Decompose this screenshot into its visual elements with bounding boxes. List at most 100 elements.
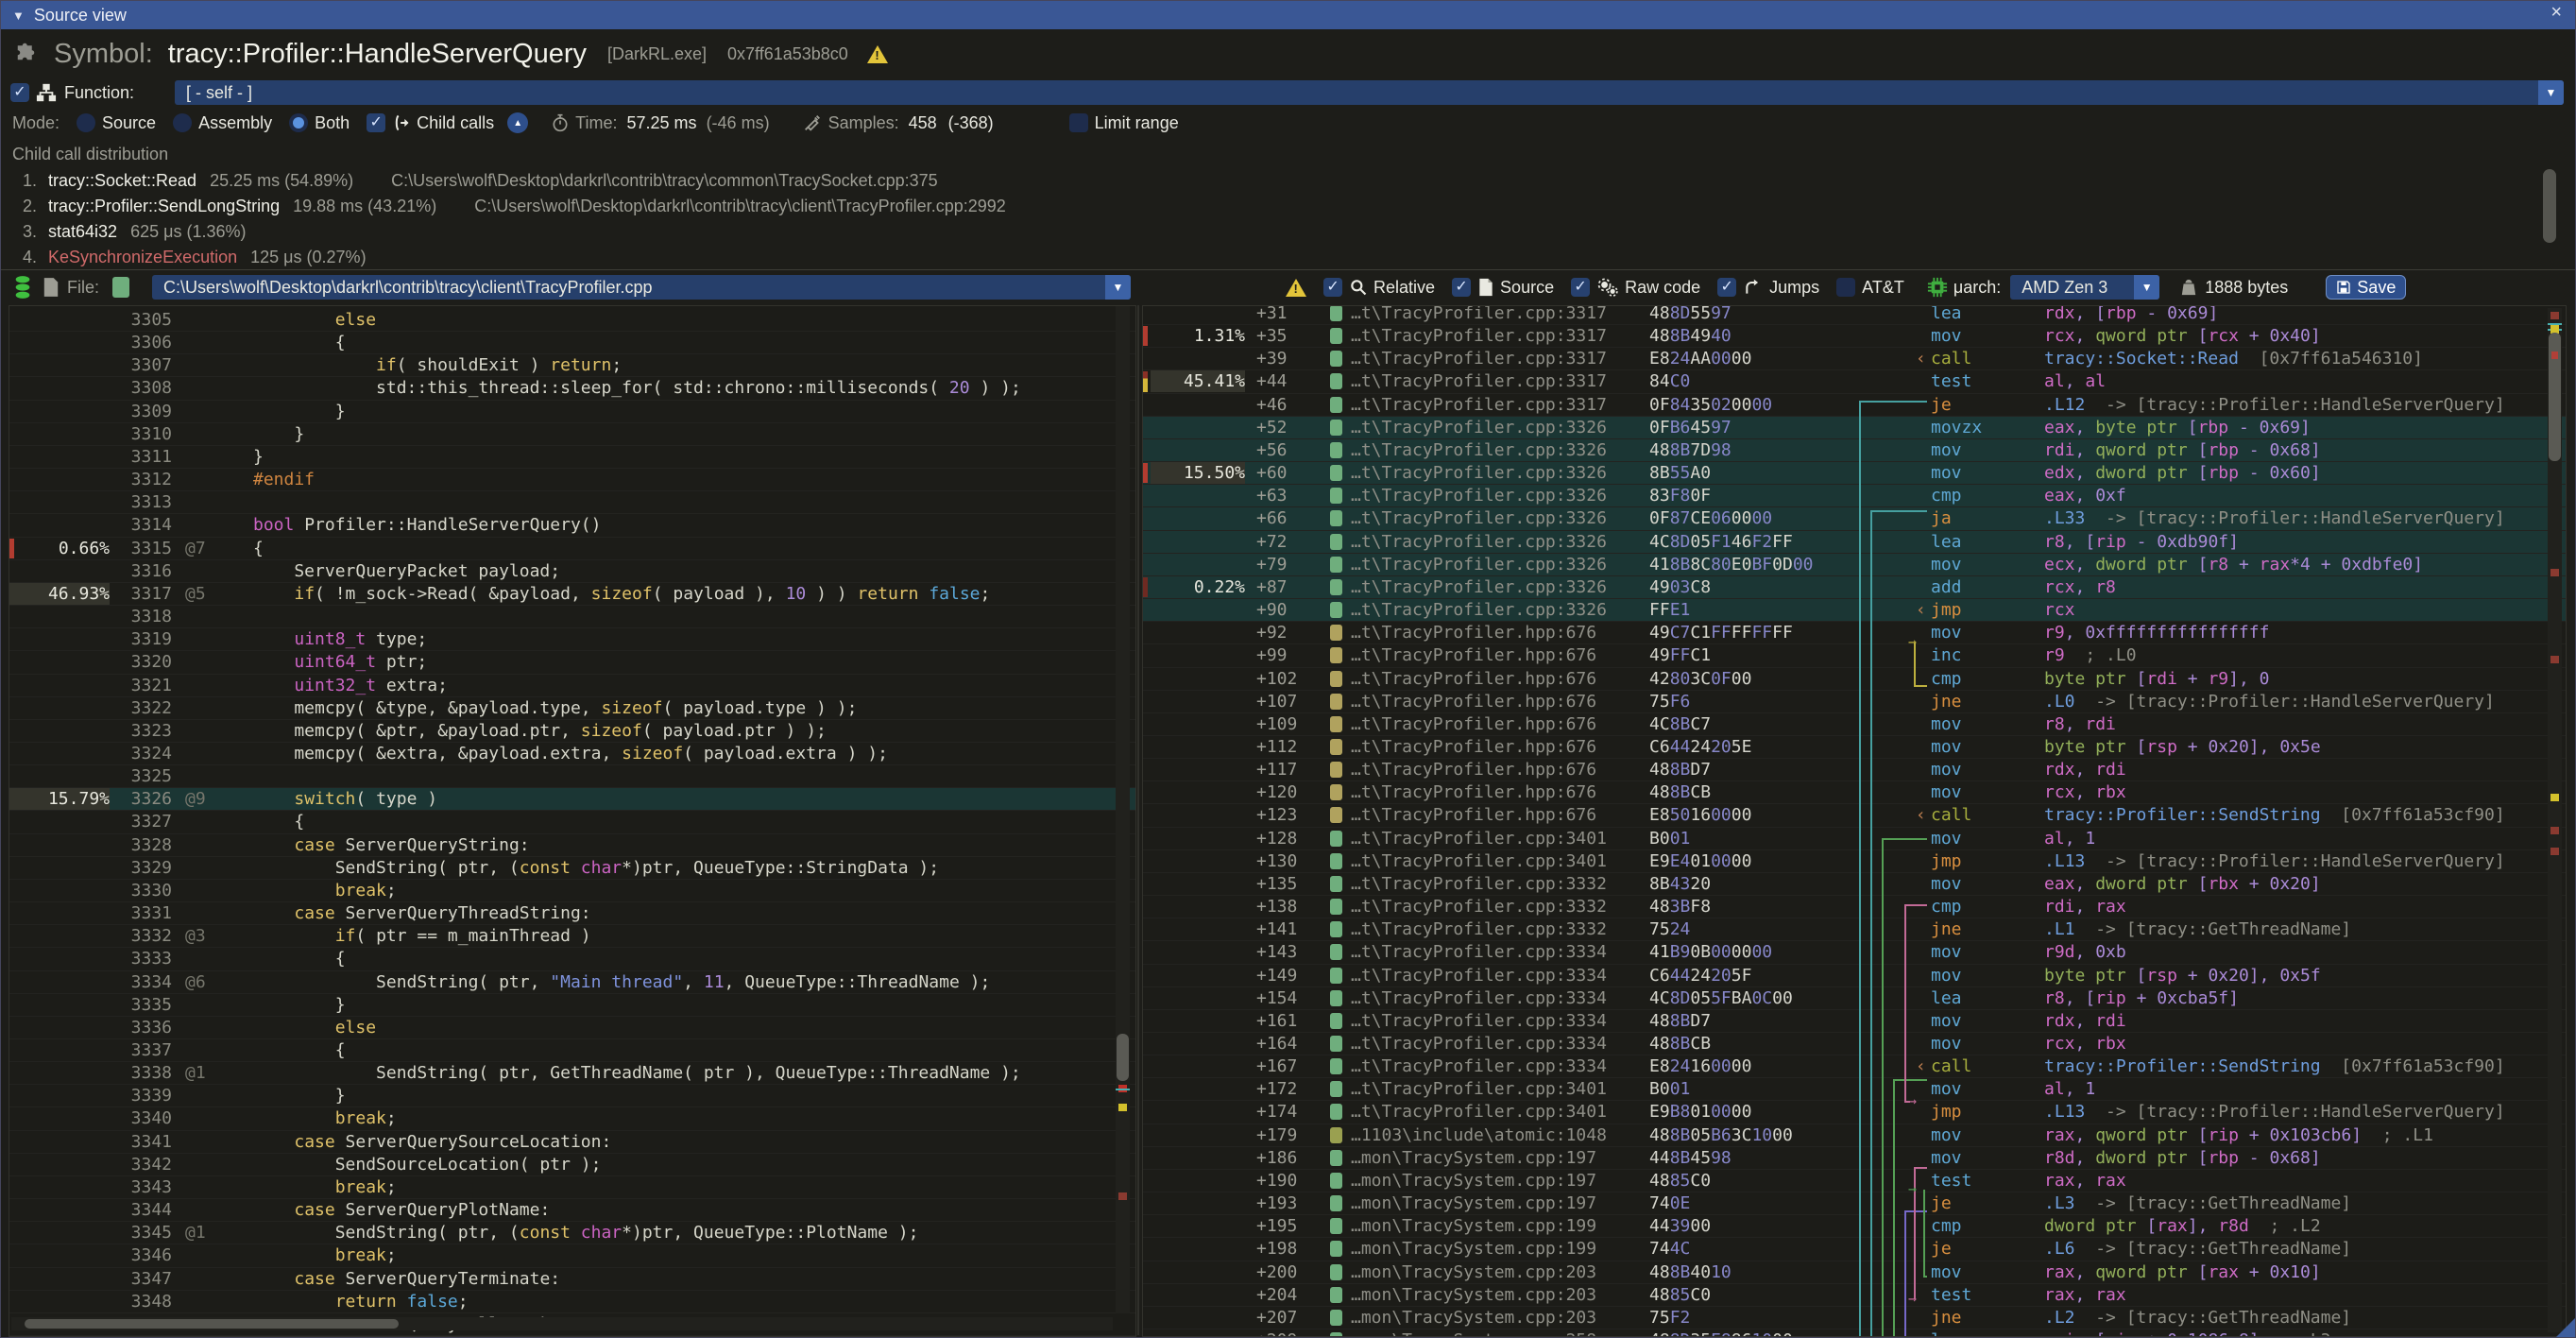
asm-row[interactable]: +195…mon\TracySystem.cpp:199443900cmpdwo… bbox=[1143, 1215, 2566, 1238]
asm-row[interactable]: +130…t\TracyProfiler.cpp:3401E9E4010000j… bbox=[1143, 850, 2566, 873]
asm-row[interactable]: +120…t\TracyProfiler.hpp:676488BCBmovrcx… bbox=[1143, 781, 2566, 804]
relative-checkbox[interactable]: ✓ bbox=[1323, 278, 1342, 297]
radio-source[interactable] bbox=[77, 113, 95, 132]
asm-row[interactable]: +135…t\TracyProfiler.cpp:33328B4320movea… bbox=[1143, 873, 2566, 896]
asm-location[interactable]: …t\TracyProfiler.cpp:3317 bbox=[1351, 305, 1607, 324]
asm-location[interactable]: …t\TracyProfiler.cpp:3334 bbox=[1351, 1055, 1607, 1077]
asm-row[interactable]: +128…t\TracyProfiler.cpp:3401B001moval, … bbox=[1143, 828, 2566, 850]
asm-row[interactable]: 0.22%+87…t\TracyProfiler.cpp:33264903C8a… bbox=[1143, 576, 2566, 599]
assembly-vscrollbar[interactable] bbox=[2548, 308, 2562, 1332]
asm-row[interactable]: +56…t\TracyProfiler.cpp:3326488B7D98movr… bbox=[1143, 439, 2566, 462]
asm-location[interactable]: …t\TracyProfiler.hpp:676 bbox=[1351, 668, 1596, 690]
asm-location[interactable]: …mon\TracySystem.cpp:199 bbox=[1351, 1215, 1596, 1237]
function-checkbox[interactable]: ✓ bbox=[10, 83, 29, 102]
asm-row[interactable]: +149…t\TracyProfiler.cpp:3334C64424205Fm… bbox=[1143, 965, 2566, 987]
asm-location[interactable]: …t\TracyProfiler.cpp:3332 bbox=[1351, 896, 1607, 918]
asm-location[interactable]: …t\TracyProfiler.cpp:3401 bbox=[1351, 1101, 1607, 1123]
asm-location[interactable]: …t\TracyProfiler.cpp:3332 bbox=[1351, 918, 1607, 940]
source-line[interactable]: 3339 } bbox=[9, 1085, 1135, 1107]
asm-location[interactable]: …mon\TracySystem.cpp:197 bbox=[1351, 1192, 1596, 1214]
asm-location[interactable]: …t\TracyProfiler.cpp:3326 bbox=[1351, 554, 1607, 575]
source-line[interactable]: 3325 bbox=[9, 765, 1135, 788]
source-line[interactable]: 3344 case ServerQueryPlotName: bbox=[9, 1199, 1135, 1222]
chevron-down-icon[interactable]: ▼ bbox=[2538, 80, 2564, 105]
source-line[interactable]: 3330 break; bbox=[9, 880, 1135, 902]
source-line[interactable]: 3336 else bbox=[9, 1017, 1135, 1039]
source-line[interactable]: 3310 } bbox=[9, 423, 1135, 446]
asm-row[interactable]: +66…t\TracyProfiler.cpp:33260F87CE060000… bbox=[1143, 507, 2566, 530]
asm-location[interactable]: …t\TracyProfiler.cpp:3401 bbox=[1351, 1078, 1607, 1100]
asm-row[interactable]: +79…t\TracyProfiler.cpp:3326418B8C80E0BF… bbox=[1143, 554, 2566, 576]
source-line[interactable]: 3311} bbox=[9, 446, 1135, 469]
asm-row[interactable]: +52…t\TracyProfiler.cpp:33260FB64597movz… bbox=[1143, 417, 2566, 439]
asm-row[interactable]: +172…t\TracyProfiler.cpp:3401B001moval, … bbox=[1143, 1078, 2566, 1101]
asm-location[interactable]: …t\TracyProfiler.cpp:3326 bbox=[1351, 462, 1607, 484]
asm-location[interactable]: …t\TracyProfiler.cpp:3326 bbox=[1351, 439, 1607, 461]
raw-code-checkbox[interactable]: ✓ bbox=[1571, 278, 1590, 297]
source-line[interactable]: 46.93%3317@5 if( !m_sock->Read( &payload… bbox=[9, 583, 1135, 606]
source-line[interactable]: 3312#endif bbox=[9, 469, 1135, 491]
asm-location[interactable]: …t\TracyProfiler.cpp:3317 bbox=[1351, 370, 1607, 392]
source-line[interactable]: 3347 case ServerQueryTerminate: bbox=[9, 1268, 1135, 1291]
pane-divider[interactable] bbox=[1137, 305, 1139, 1335]
child-call-entry[interactable]: 2.tracy::Profiler::SendLongString19.88 m… bbox=[1, 194, 2575, 219]
radio-assembly[interactable] bbox=[173, 113, 192, 132]
child-call-entry[interactable]: 3.stat64i32625 μs (1.36%) bbox=[1, 219, 2575, 245]
asm-row[interactable]: +63…t\TracyProfiler.cpp:332683F80Fcmpeax… bbox=[1143, 485, 2566, 507]
asm-location[interactable]: …t\TracyProfiler.cpp:3334 bbox=[1351, 1010, 1607, 1032]
asm-location[interactable]: …t\TracyProfiler.cpp:3317 bbox=[1351, 348, 1607, 369]
asm-location[interactable]: …mon\TracySystem.cpp:197 bbox=[1351, 1170, 1596, 1192]
asm-location[interactable]: …t\TracyProfiler.cpp:3317 bbox=[1351, 394, 1607, 416]
asm-location[interactable]: …mon\TracySystem.cpp:197 bbox=[1351, 1147, 1596, 1169]
asm-row[interactable]: +186…mon\TracySystem.cpp:197448B4598movr… bbox=[1143, 1147, 2566, 1170]
child-call-scrollbar[interactable] bbox=[2543, 169, 2556, 243]
asm-row[interactable]: +179…1103\include\atomic:1048488B05B63C1… bbox=[1143, 1124, 2566, 1147]
limit-range-checkbox[interactable]: ✓ bbox=[1069, 113, 1088, 132]
asm-row[interactable]: +154…t\TracyProfiler.cpp:33344C8D055FBA0… bbox=[1143, 987, 2566, 1010]
chevron-down-icon[interactable]: ▼ bbox=[1105, 275, 1131, 300]
asm-location[interactable]: …t\TracyProfiler.cpp:3401 bbox=[1351, 850, 1607, 872]
asm-location[interactable]: …t\TracyProfiler.hpp:676 bbox=[1351, 622, 1596, 643]
source-line[interactable]: 3338@1 SendString( ptr, GetThreadName( p… bbox=[9, 1062, 1135, 1085]
asm-row[interactable]: +39…t\TracyProfiler.cpp:3317E824AA0000‹c… bbox=[1143, 348, 2566, 370]
source-line[interactable]: 3322 memcpy( &type, &payload.type, sizeo… bbox=[9, 697, 1135, 720]
asm-row[interactable]: +31…t\TracyProfiler.cpp:3317488D5597lear… bbox=[1143, 305, 2566, 325]
source-line[interactable]: 3319 uint8_t type; bbox=[9, 628, 1135, 651]
asm-location[interactable]: …t\TracyProfiler.cpp:3401 bbox=[1351, 828, 1607, 849]
jumps-checkbox[interactable]: ✓ bbox=[1717, 278, 1736, 297]
source-line[interactable]: 3321 uint32_t extra; bbox=[9, 675, 1135, 697]
source-line[interactable]: 3337 { bbox=[9, 1039, 1135, 1062]
asm-row[interactable]: +138…t\TracyProfiler.cpp:3332483BF8cmprd… bbox=[1143, 896, 2566, 918]
source-line[interactable]: 3314bool Profiler::HandleServerQuery() bbox=[9, 514, 1135, 537]
source-line[interactable]: 0.66%3315@7{ bbox=[9, 538, 1135, 560]
asm-location[interactable]: …mon\TracySystem.cpp:203 bbox=[1351, 1284, 1596, 1306]
asm-row[interactable]: +167…t\TracyProfiler.cpp:3334E824160000‹… bbox=[1143, 1055, 2566, 1078]
asm-location[interactable]: …t\TracyProfiler.cpp:3317 bbox=[1351, 325, 1607, 347]
resize-grip[interactable] bbox=[2556, 1318, 2575, 1337]
asm-location[interactable]: …mon\TracySystem.cpp:203 bbox=[1351, 1307, 1596, 1329]
asm-location[interactable]: …t\TracyProfiler.cpp:3326 bbox=[1351, 599, 1607, 621]
asm-row[interactable]: +174…t\TracyProfiler.cpp:3401E9B8010000j… bbox=[1143, 1101, 2566, 1124]
asm-location[interactable]: …t\TracyProfiler.cpp:3334 bbox=[1351, 965, 1607, 986]
collapse-icon[interactable]: ▼ bbox=[12, 9, 25, 23]
asm-location[interactable]: …t\TracyProfiler.cpp:3326 bbox=[1351, 507, 1607, 529]
asm-location[interactable]: …t\TracyProfiler.cpp:3334 bbox=[1351, 987, 1607, 1009]
asm-location[interactable]: …mon\TracySystem.cpp:203 bbox=[1351, 1261, 1596, 1283]
source-line[interactable]: 3350 QueueCallstackFrame( ptr ); bbox=[9, 1336, 1135, 1337]
asm-row[interactable]: +141…t\TracyProfiler.cpp:33327524jne.L1 … bbox=[1143, 918, 2566, 941]
radio-both[interactable] bbox=[289, 113, 308, 132]
source-line[interactable]: 3327 { bbox=[9, 811, 1135, 833]
close-icon[interactable]: × bbox=[2550, 2, 2562, 24]
source-line[interactable]: 3345@1 SendString( ptr, (const char*)ptr… bbox=[9, 1222, 1135, 1244]
asm-location[interactable]: …t\TracyProfiler.hpp:676 bbox=[1351, 644, 1596, 666]
source-line[interactable]: 3305 else bbox=[9, 309, 1135, 332]
source-line[interactable]: 3334@6 SendString( ptr, "Main thread", 1… bbox=[9, 971, 1135, 994]
asm-location[interactable]: …t\TracyProfiler.cpp:3326 bbox=[1351, 576, 1607, 598]
asm-row[interactable]: +190…mon\TracySystem.cpp:1974885C0testra… bbox=[1143, 1170, 2566, 1192]
asm-row[interactable]: +46…t\TracyProfiler.cpp:33170F8435020000… bbox=[1143, 394, 2566, 417]
asm-row[interactable]: 45.41%+44…t\TracyProfiler.cpp:331784C0te… bbox=[1143, 370, 2566, 393]
asm-row[interactable]: +193…mon\TracySystem.cpp:197740Eje.L3 ->… bbox=[1143, 1192, 2566, 1215]
source-line[interactable]: 3335 } bbox=[9, 994, 1135, 1017]
source-line[interactable]: 3329 SendString( ptr, (const char*)ptr, … bbox=[9, 857, 1135, 880]
source-line[interactable]: 3332@3 if( ptr == m_mainThread ) bbox=[9, 925, 1135, 948]
